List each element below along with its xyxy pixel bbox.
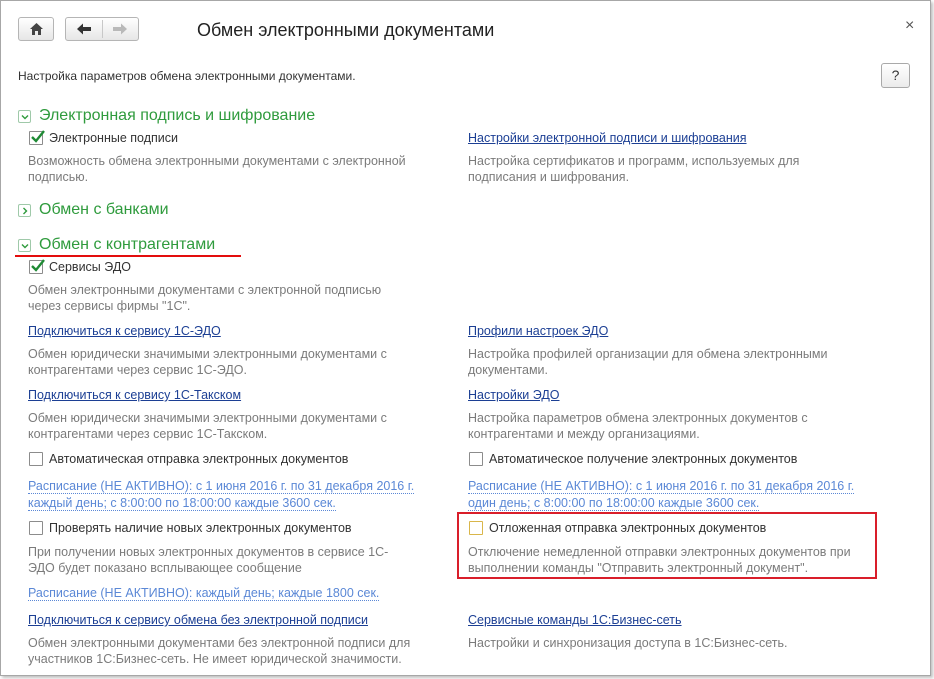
connect-taxcom-description: Обмен юридически значимыми электронными … <box>28 411 387 441</box>
checkbox-auto-receive[interactable] <box>469 452 483 466</box>
checkbox-auto-receive-label: Автоматическое получение электронных док… <box>489 452 798 466</box>
checkbox-e-signatures-label: Электронные подписи <box>49 131 178 145</box>
checkbox-deferred-send-label: Отложенная отправка электронных документ… <box>489 521 767 535</box>
page-title: Обмен электронными документами <box>197 20 495 40</box>
check-new-schedule-link[interactable]: Расписание (НЕ АКТИВНО): каждый день; ка… <box>28 585 448 602</box>
edo-profiles-description: Настройка профилей организации для обмен… <box>468 347 828 377</box>
edo-settings-description: Настройка параметров обмена электронных … <box>468 411 808 441</box>
link-signature-settings[interactable]: Настройки электронной подписи и шифрован… <box>468 131 747 145</box>
link-edo-settings[interactable]: Настройки ЭДО <box>468 388 560 402</box>
section-title-signature[interactable]: Электронная подпись и шифрование <box>39 107 315 125</box>
signature-settings-description: Настройка сертификатов и программ, испол… <box>468 154 800 184</box>
help-button[interactable]: ? <box>881 63 910 88</box>
deferred-send-description: Отключение немедленной отправки электрон… <box>468 545 851 575</box>
arrow-left-icon <box>77 23 91 35</box>
section-title-banks[interactable]: Обмен с банками <box>39 201 169 219</box>
forward-button[interactable] <box>103 18 139 40</box>
chevron-down-icon[interactable] <box>18 110 31 123</box>
checkbox-auto-send[interactable] <box>29 452 43 466</box>
checkmark-icon <box>31 259 45 272</box>
auto-send-schedule-text: Расписание (НЕ АКТИВНО): с 1 июня 2016 г… <box>28 479 415 511</box>
link-connect-taxcom[interactable]: Подключиться к сервису 1С-Такском <box>28 388 241 402</box>
checkmark-icon <box>31 130 45 143</box>
checkbox-check-new-label: Проверять наличие новых электронных доку… <box>49 521 352 535</box>
home-icon <box>30 23 43 35</box>
edo-services-description: Обмен электронными документами с электро… <box>28 283 382 313</box>
link-connect-1c-edo[interactable]: Подключиться к сервису 1С-ЭДО <box>28 324 221 338</box>
checkbox-edo-services-label: Сервисы ЭДО <box>49 260 132 274</box>
checkbox-check-new[interactable] <box>29 521 43 535</box>
checkbox-e-signatures[interactable] <box>29 130 45 145</box>
section-title-counterparties[interactable]: Обмен с контрагентами <box>39 236 215 254</box>
checkbox-edo-services[interactable] <box>29 259 45 274</box>
checkbox-auto-send-label: Автоматическая отправка электронных доку… <box>49 452 349 466</box>
edo-settings-window: Обмен электронными документами × Настрой… <box>0 0 931 676</box>
connect-1c-edo-description: Обмен юридически значимыми электронными … <box>28 347 387 377</box>
check-new-schedule-text: Расписание (НЕ АКТИВНО): каждый день; ка… <box>28 586 380 601</box>
auto-receive-schedule-link[interactable]: Расписание (НЕ АКТИВНО): с 1 июня 2016 г… <box>468 478 868 512</box>
chevron-right-icon[interactable] <box>18 204 31 217</box>
e-signatures-description: Возможность обмена электронными документ… <box>28 154 406 184</box>
check-new-description: При получении новых электронных документ… <box>28 545 389 575</box>
connect-no-signature-description: Обмен электронными документами без элект… <box>28 636 411 666</box>
arrow-right-icon <box>113 23 127 35</box>
auto-receive-schedule-text: Расписание (НЕ АКТИВНО): с 1 июня 2016 г… <box>468 479 855 511</box>
link-service-commands[interactable]: Сервисные команды 1С:Бизнес-сеть <box>468 613 682 627</box>
checkbox-deferred-send[interactable] <box>469 521 483 535</box>
link-connect-no-signature[interactable]: Подключиться к сервису обмена без электр… <box>28 613 368 627</box>
back-button[interactable] <box>66 18 102 40</box>
close-icon[interactable]: × <box>905 17 914 35</box>
link-edo-profiles[interactable]: Профили настроек ЭДО <box>468 324 608 338</box>
highlight-underline <box>15 255 241 257</box>
service-commands-description: Настройки и синхронизация доступа в 1С:Б… <box>468 636 788 650</box>
home-button[interactable] <box>18 17 54 41</box>
auto-send-schedule-link[interactable]: Расписание (НЕ АКТИВНО): с 1 июня 2016 г… <box>28 478 428 512</box>
chevron-down-icon[interactable] <box>18 239 31 252</box>
intro-text: Настройка параметров обмена электронными… <box>18 69 356 83</box>
navigation-buttons <box>65 17 139 41</box>
